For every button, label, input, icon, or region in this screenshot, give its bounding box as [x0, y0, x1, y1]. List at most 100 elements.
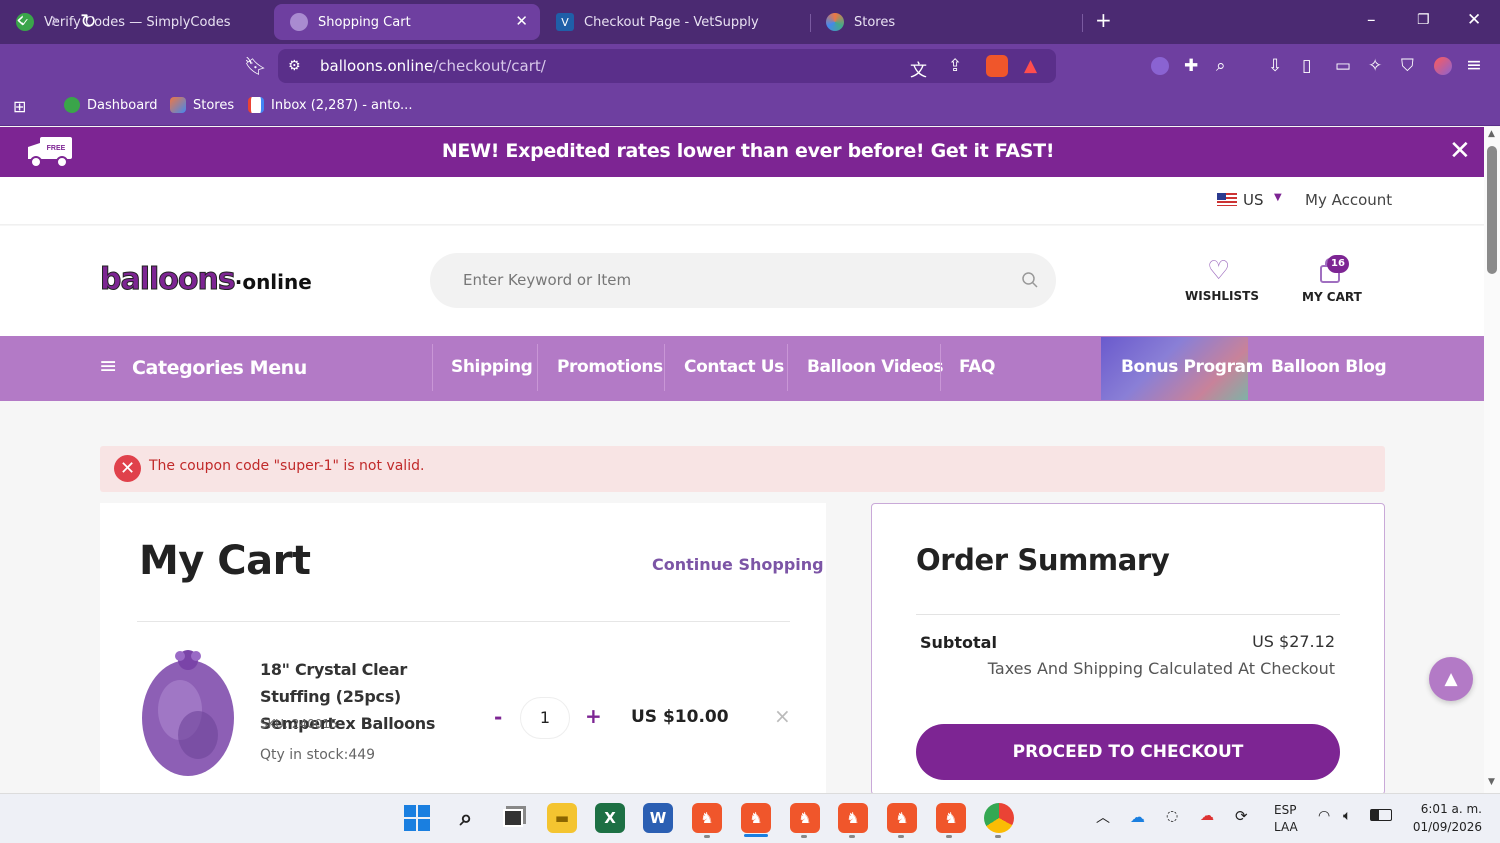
scrollbar-thumb[interactable]: [1487, 146, 1497, 274]
excel-icon[interactable]: X: [595, 803, 625, 833]
nav-bonus-program[interactable]: Bonus Program: [1121, 357, 1263, 377]
hamburger-icon[interactable]: ≡: [99, 356, 117, 378]
country-selector[interactable]: US: [1243, 191, 1264, 209]
proceed-to-checkout-button[interactable]: PROCEED TO CHECKOUT: [916, 724, 1340, 780]
page-title: My Cart: [139, 538, 311, 584]
brave-browser-icon[interactable]: ♞: [741, 803, 771, 833]
battery-icon[interactable]: [1370, 809, 1392, 821]
bookmark-dashboard[interactable]: Dashboard: [64, 97, 158, 113]
brave-browser-icon[interactable]: ♞: [838, 803, 868, 833]
bookmark-icon[interactable]: 🔖︎: [244, 54, 267, 80]
clock-date[interactable]: 01/09/2026: [1408, 820, 1482, 834]
bookmark-stores[interactable]: Stores: [170, 97, 234, 113]
nav-balloon-videos[interactable]: Balloon Videos: [807, 357, 943, 377]
language-top[interactable]: ESP: [1274, 803, 1296, 817]
forward-icon[interactable]: ›: [50, 8, 59, 34]
sync-icon[interactable]: ⟳: [1235, 807, 1248, 825]
nav-faq[interactable]: FAQ: [959, 357, 995, 377]
url-text[interactable]: balloons.online/checkout/cart/: [320, 57, 546, 75]
scroll-to-top-icon[interactable]: ▲: [1429, 657, 1473, 701]
tab-verify-codes[interactable]: ✓ Verify Codes — SimplyCodes: [0, 4, 270, 40]
nav-shipping[interactable]: Shipping: [451, 357, 533, 377]
back-icon[interactable]: ‹: [16, 8, 25, 34]
menu-divider: [537, 344, 538, 391]
product-image[interactable]: [140, 650, 236, 778]
tab-separator: [1082, 14, 1083, 32]
close-window-icon[interactable]: ✕: [1467, 10, 1481, 30]
apps-grid-icon[interactable]: ⊞: [13, 97, 26, 116]
volume-icon[interactable]: 🔈︎: [1343, 808, 1351, 824]
menu-icon[interactable]: ≡: [1466, 54, 1482, 76]
brave-shields-icon[interactable]: [986, 55, 1008, 77]
share-icon[interactable]: ⇪: [948, 56, 962, 76]
network-sync-icon[interactable]: ◌: [1166, 808, 1178, 824]
search-icon[interactable]: [1021, 271, 1039, 289]
tab-shopping-cart[interactable]: Shopping Cart ✕: [274, 4, 540, 40]
extension-icon[interactable]: [1151, 57, 1169, 75]
item-price: US $10.00: [631, 707, 729, 727]
profile-icon[interactable]: [1434, 57, 1452, 75]
restore-icon[interactable]: ❐: [1417, 12, 1430, 28]
translate-icon[interactable]: 文: [910, 56, 927, 81]
product-stock: Qty in stock:449: [260, 747, 376, 763]
active-app-indicator: [744, 834, 768, 837]
windows-start-icon[interactable]: [402, 803, 432, 833]
cart-label[interactable]: MY CART: [1302, 290, 1362, 304]
brave-rewards-icon[interactable]: ▲: [1024, 56, 1037, 76]
extensions-puzzle-icon[interactable]: ✚: [1184, 56, 1198, 76]
cloud-error-icon[interactable]: ☁: [1200, 808, 1214, 824]
stores-icon: [826, 13, 844, 31]
reload-icon[interactable]: ↻: [80, 8, 97, 34]
minimize-icon[interactable]: –: [1367, 10, 1376, 30]
url-domain: balloons.online: [320, 57, 434, 75]
clock-time[interactable]: 6:01 a. m.: [1420, 802, 1482, 816]
brave-browser-icon[interactable]: ♞: [936, 803, 966, 833]
scroll-up-icon[interactable]: ▲: [1488, 129, 1495, 139]
brave-browser-icon[interactable]: ♞: [692, 803, 722, 833]
wallet-icon[interactable]: ▭: [1335, 56, 1351, 76]
nav-balloon-blog[interactable]: Balloon Blog: [1271, 357, 1387, 377]
word-icon[interactable]: W: [643, 803, 673, 833]
bookmark-inbox[interactable]: Inbox (2,287) - anto...: [248, 97, 412, 113]
tab-stores[interactable]: Stores: [810, 4, 1080, 40]
task-view-icon[interactable]: [498, 803, 528, 833]
sidebar-icon[interactable]: ▯: [1302, 56, 1311, 76]
close-tab-icon[interactable]: ✕: [515, 12, 528, 30]
remove-item-icon[interactable]: ×: [774, 704, 791, 728]
close-banner-icon[interactable]: ✕: [1449, 137, 1471, 165]
increase-quantity-button[interactable]: +: [585, 704, 602, 728]
chevron-down-icon[interactable]: ▼: [1274, 192, 1282, 203]
continue-shopping-link[interactable]: Continue Shopping: [652, 555, 824, 574]
heart-icon[interactable]: ♡: [1207, 256, 1230, 286]
wifi-icon[interactable]: ◠: [1318, 808, 1330, 824]
brave-browser-icon[interactable]: ♞: [790, 803, 820, 833]
menu-divider: [664, 344, 665, 391]
site-settings-icon[interactable]: ⚙: [288, 58, 301, 74]
file-explorer-icon[interactable]: ▬: [547, 803, 577, 833]
language-bottom[interactable]: LAA: [1274, 820, 1298, 834]
tab-checkout-vetsupply[interactable]: V Checkout Page - VetSupply: [540, 4, 810, 40]
vpn-shield-icon[interactable]: ⛉: [1401, 56, 1414, 76]
download-icon[interactable]: ⇩: [1268, 56, 1282, 76]
wishlist-label[interactable]: WISHLISTS: [1185, 289, 1259, 303]
show-hidden-icons-icon[interactable]: ︿: [1096, 807, 1110, 827]
nav-promotions[interactable]: Promotions: [557, 357, 663, 377]
vetsupply-icon: V: [556, 13, 574, 31]
site-logo[interactable]: balloons·online: [100, 262, 312, 298]
search-page-icon[interactable]: ⌕: [1216, 56, 1226, 76]
quantity-input[interactable]: 1: [520, 697, 570, 739]
url-path: /checkout/cart/: [433, 57, 546, 75]
brave-browser-icon[interactable]: ♞: [887, 803, 917, 833]
categories-menu[interactable]: Categories Menu: [132, 357, 307, 379]
stores-icon: [170, 97, 186, 113]
search-input[interactable]: Enter Keyword or Item: [463, 271, 631, 289]
scroll-down-icon[interactable]: ▼: [1488, 777, 1495, 787]
nav-contact-us[interactable]: Contact Us: [684, 357, 784, 377]
onedrive-icon[interactable]: ☁: [1130, 808, 1145, 826]
chrome-icon[interactable]: [984, 803, 1014, 833]
leo-ai-icon[interactable]: ✧: [1368, 56, 1382, 76]
my-account-link[interactable]: My Account: [1305, 191, 1392, 209]
search-icon[interactable]: ⌕: [451, 803, 481, 833]
decrease-quantity-button[interactable]: -: [494, 705, 502, 729]
new-tab-icon[interactable]: +: [1095, 8, 1112, 32]
